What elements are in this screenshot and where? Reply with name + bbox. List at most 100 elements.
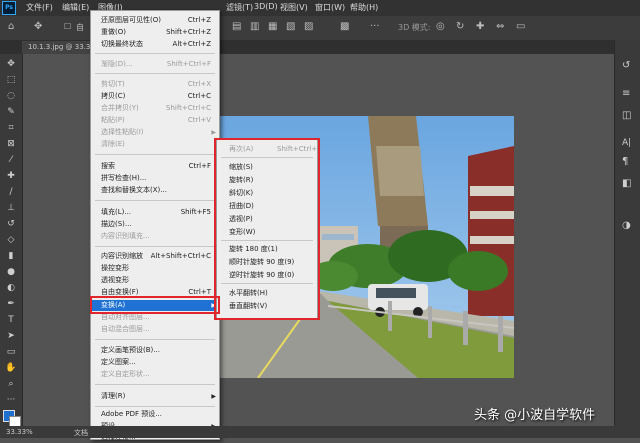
- menubar-item[interactable]: 文件(F): [26, 2, 53, 13]
- lasso-tool-icon[interactable]: ◌: [4, 90, 18, 102]
- menubar-item[interactable]: 3D(D): [254, 2, 278, 11]
- menu-item-label: 渐隐(D)...: [101, 60, 133, 68]
- menu-item-label: 粘贴(P): [101, 116, 125, 124]
- edit-menu-item[interactable]: 重做(O) Shift+Ctrl+Z: [91, 27, 219, 38]
- pan-3d-icon[interactable]: ✚: [476, 21, 484, 32]
- menubar-item[interactable]: 帮助(H): [350, 2, 378, 13]
- move-tool-icon[interactable]: ✥: [4, 58, 18, 70]
- swatches-panel-icon[interactable]: ◧: [622, 178, 631, 189]
- zoom-level[interactable]: 33.33%: [6, 428, 33, 436]
- more-tools-icon[interactable]: ···: [4, 394, 18, 406]
- paragraph-panel-icon[interactable]: ¶: [622, 156, 628, 167]
- menubar-item[interactable]: 滤镜(T): [226, 2, 253, 13]
- type-tool-icon[interactable]: T: [4, 314, 18, 326]
- edit-menu-item[interactable]: 拷贝(C) Ctrl+C: [91, 91, 219, 102]
- transform-highlight-box: [90, 296, 220, 314]
- pen-tool-icon[interactable]: ✒: [4, 298, 18, 310]
- menu-item-shortcut: Ctrl+V: [187, 116, 211, 124]
- edit-menu-item[interactable]: 清理(R) ▶: [91, 391, 219, 402]
- healing-brush-tool-icon[interactable]: ✚: [4, 170, 18, 182]
- edit-menu-item[interactable]: 定义图案...: [91, 357, 219, 368]
- align-icon[interactable]: ▤: [232, 21, 241, 32]
- edit-menu-item[interactable]: 查找和替换文本(X)...: [91, 185, 219, 196]
- edit-menu-item[interactable]: 内容识别缩放 Alt+Shift+Ctrl+C: [91, 251, 219, 262]
- document-tab[interactable]: 10.1.3.jpg @ 33.3: [22, 41, 96, 54]
- rectangle-tool-icon[interactable]: ▭: [4, 346, 18, 358]
- adjustments-panel-icon[interactable]: ◑: [622, 220, 631, 231]
- character-panel-icon[interactable]: A|: [622, 138, 631, 148]
- menu-item-label: 剪切(T): [101, 80, 125, 88]
- edit-menu-item[interactable]: 透视变形: [91, 275, 219, 286]
- distribute-h-icon[interactable]: ▩: [340, 21, 349, 32]
- dodge-tool-icon[interactable]: ◐: [4, 282, 18, 294]
- edit-menu-item[interactable]: 描边(S)...: [91, 219, 219, 230]
- properties-panel-icon[interactable]: ≡: [622, 88, 630, 99]
- menu-item-shortcut: Ctrl+Z: [187, 16, 211, 24]
- menu-item-shortcut: Shift+F5: [180, 208, 211, 216]
- menu-item-label: 重做(O): [101, 28, 126, 36]
- blur-tool-icon[interactable]: ●: [4, 266, 18, 278]
- menu-item-label: 清除(E): [101, 140, 125, 148]
- edit-menu-item: 粘贴(P) Ctrl+V: [91, 115, 219, 126]
- gradient-tool-icon[interactable]: ▮: [4, 250, 18, 262]
- frame-tool-icon[interactable]: ⊠: [4, 138, 18, 150]
- menu-item-label: 选择性粘贴(I): [101, 128, 144, 136]
- brush-tool-icon[interactable]: ∕: [4, 186, 18, 198]
- edit-menu-item[interactable]: 搜索 Ctrl+F: [91, 161, 219, 172]
- slide-3d-icon[interactable]: ⇔: [496, 21, 504, 32]
- status-bar: 33.33% 文档: [0, 426, 640, 438]
- distribute-icon[interactable]: ▥: [250, 21, 259, 32]
- toolbox: ✥ ⬚ ◌ ✎ ⌗ ⊠ ⁄ ✚ ∕ ⊥ ↺ ◇ ▮ ● ◐ ✒ T ➤ ▭ ✋ …: [0, 54, 23, 428]
- path-select-tool-icon[interactable]: ➤: [4, 330, 18, 342]
- menu-item-label: 查找和替换文本(X)...: [101, 186, 167, 194]
- menu-item-label: 定义图案...: [101, 358, 136, 366]
- menubar-item[interactable]: 窗口(W): [315, 2, 345, 13]
- home-icon[interactable]: ⌂: [8, 21, 14, 32]
- menu-item-label: 填充(L)...: [101, 208, 132, 216]
- edit-menu-item[interactable]: 切换最终状态 Alt+Ctrl+Z: [91, 39, 219, 50]
- hand-tool-icon[interactable]: ✋: [4, 362, 18, 374]
- roll-3d-icon[interactable]: ↻: [456, 21, 464, 32]
- align-top-icon[interactable]: ▨: [304, 21, 313, 32]
- auto-select-checkbox[interactable]: ☐: [64, 22, 71, 31]
- menu-item-shortcut: Ctrl+F: [188, 162, 211, 170]
- menubar-item[interactable]: 编辑(E): [62, 2, 89, 13]
- menu-item-label: 切换最终状态: [101, 40, 143, 48]
- crop-tool-icon[interactable]: ⌗: [4, 122, 18, 134]
- quick-select-tool-icon[interactable]: ✎: [4, 106, 18, 118]
- edit-menu-item[interactable]: 还原图层可见性(O) Ctrl+Z: [91, 15, 219, 26]
- orbit-3d-icon[interactable]: ◎: [436, 21, 445, 32]
- edit-menu-item[interactable]: 拼写检查(H)...: [91, 173, 219, 184]
- align-right-icon[interactable]: ▧: [286, 21, 295, 32]
- edit-menu-item[interactable]: 操控变形: [91, 263, 219, 274]
- edit-menu-item[interactable]: 定义画笔预设(B)...: [91, 345, 219, 356]
- edit-menu-item[interactable]: 填充(L)... Shift+F5: [91, 207, 219, 218]
- layers-panel-icon[interactable]: ◫: [622, 110, 631, 121]
- camera-3d-icon[interactable]: ▭: [516, 21, 525, 32]
- submenu-arrow-icon: ▶: [211, 393, 216, 400]
- eraser-tool-icon[interactable]: ◇: [4, 234, 18, 246]
- menu-separator: [95, 200, 215, 201]
- menu-item-label: 内容识别缩放: [101, 252, 143, 260]
- menu-separator: [95, 154, 215, 155]
- more-options-icon[interactable]: ···: [370, 21, 380, 32]
- menubar-item[interactable]: 视图(V): [280, 2, 308, 13]
- marquee-tool-icon[interactable]: ⬚: [4, 74, 18, 86]
- history-panel-icon[interactable]: ↺: [622, 60, 630, 71]
- auto-select-label: 自: [76, 23, 84, 32]
- menu-item-label: Adobe PDF 预设...: [101, 410, 162, 418]
- edit-menu: 还原图层可见性(O) Ctrl+Z 重做(O) Shift+Ctrl+Z 切换最终状态 A…: [90, 10, 220, 441]
- watermark-text: 头条 @小波自学软件: [474, 408, 596, 423]
- move-tool-icon[interactable]: ✥: [34, 21, 42, 32]
- zoom-tool-icon[interactable]: ⌕: [4, 378, 18, 390]
- clone-stamp-tool-icon[interactable]: ⊥: [4, 202, 18, 214]
- edit-menu-item: 自动混合图层...: [91, 324, 219, 335]
- align-center-icon[interactable]: ▦: [268, 21, 277, 32]
- history-brush-tool-icon[interactable]: ↺: [4, 218, 18, 230]
- edit-menu-item[interactable]: Adobe PDF 预设...: [91, 409, 219, 420]
- eyedropper-tool-icon[interactable]: ⁄: [4, 154, 18, 166]
- menu-item-label: 操控变形: [101, 264, 129, 272]
- menu-separator: [95, 246, 215, 247]
- document-info-label: 文档: [74, 429, 88, 437]
- menu-separator: [95, 339, 215, 340]
